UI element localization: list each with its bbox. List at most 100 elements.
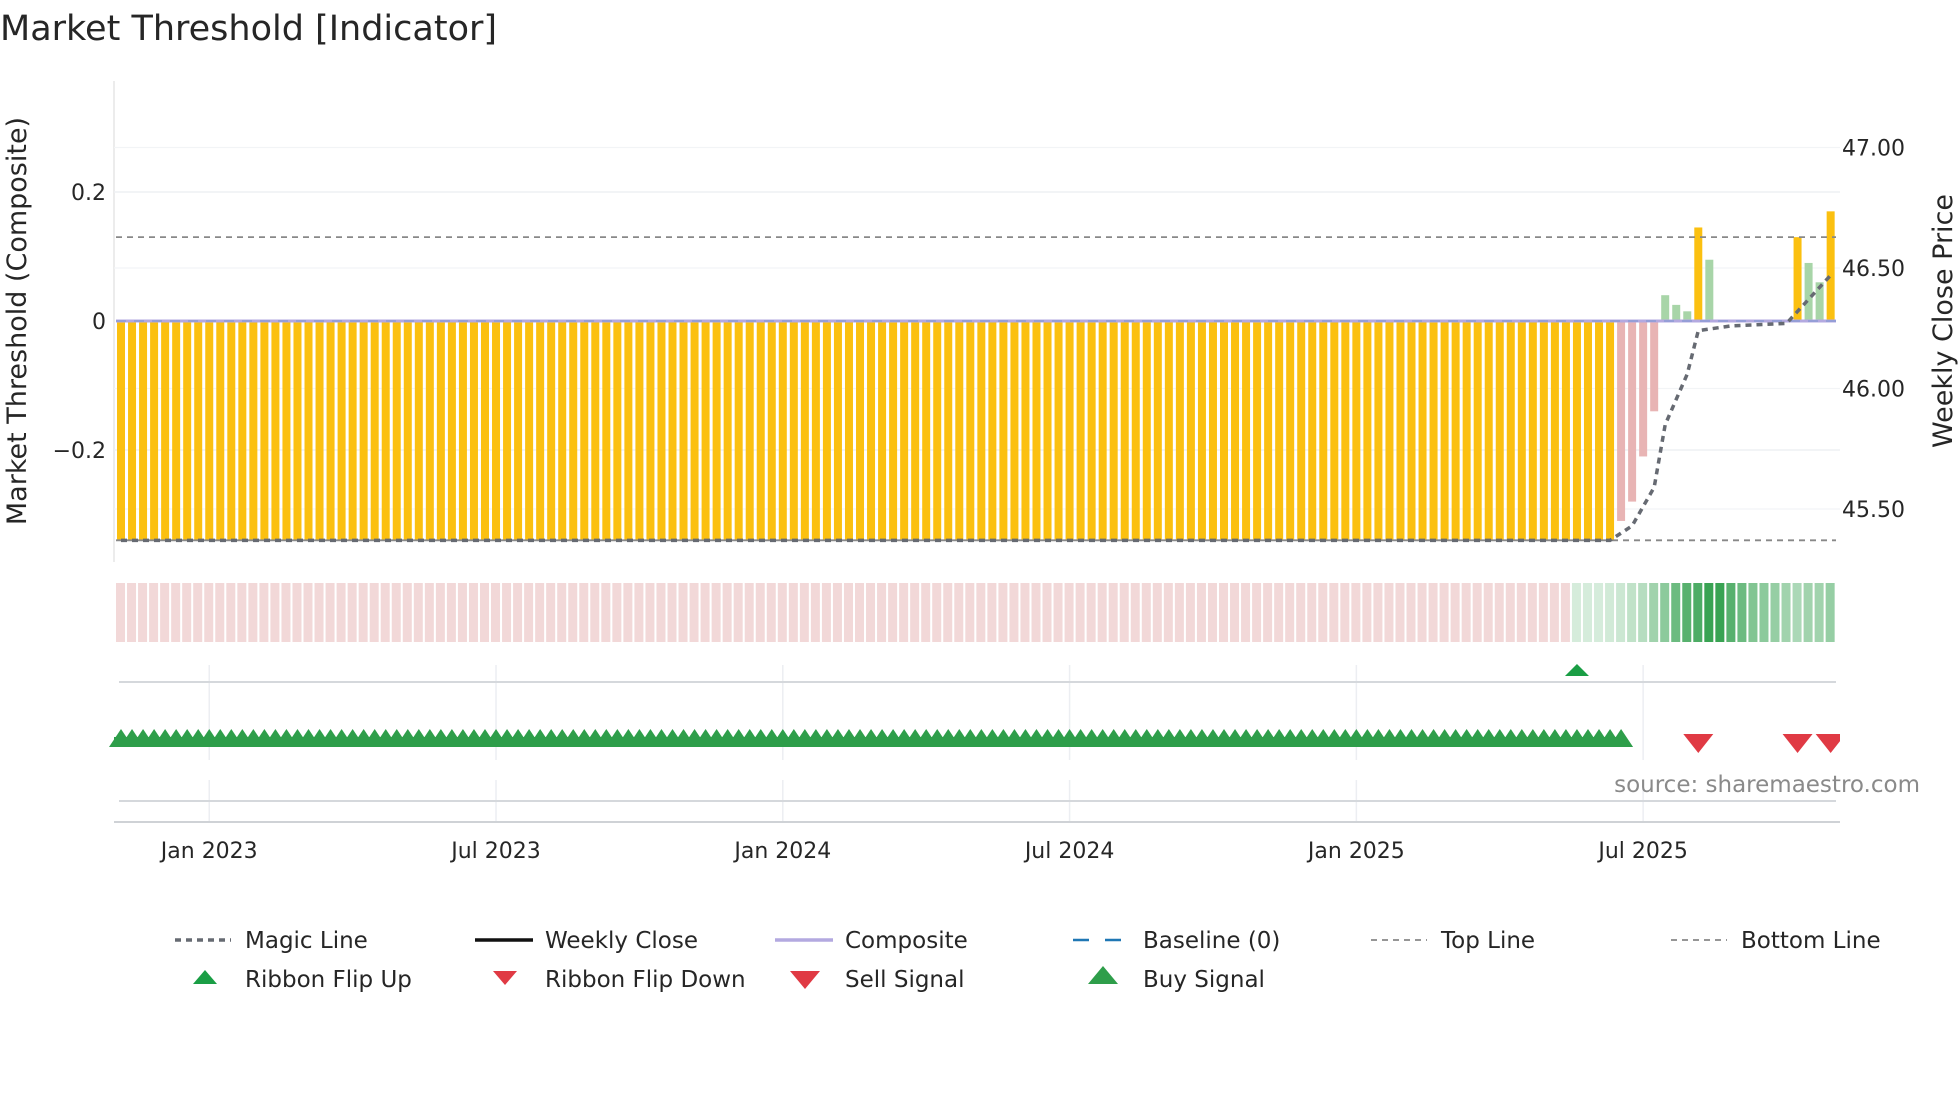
ribbon-cell [1241,583,1251,642]
composite-bar [547,321,556,541]
legend-label: Composite [845,928,968,954]
composite-bar [911,321,920,541]
legend-item: Sell Signal [790,967,965,993]
ribbon-cell [788,583,798,642]
ribbon-cell [226,583,236,642]
sell-signal-marker [1782,734,1813,753]
composite-bar [856,321,865,541]
composite-bar [1583,321,1592,541]
ribbon-cell [1671,583,1681,642]
composite-bar [359,321,368,541]
composite-bar [602,321,611,541]
ribbon-cell [1185,583,1195,642]
composite-bar [1462,321,1471,541]
ribbon-cell [1053,583,1063,642]
composite-bar [690,321,699,541]
composite-bar [304,321,313,541]
composite-bar [326,321,335,541]
composite-bar [1385,321,1394,541]
ribbon-cell [1152,583,1162,642]
ribbon-cell [1351,583,1361,642]
ribbon-cell [1230,583,1240,642]
ribbon-cell [457,583,467,642]
composite-bar [878,321,887,541]
composite-bar [679,321,688,541]
composite-bar [1606,321,1615,541]
ribbon-cell [127,583,137,642]
composite-bar [1065,321,1074,541]
composite-bar [767,321,776,541]
ribbon-cell [1605,583,1615,642]
legend-item: Ribbon Flip Up [193,967,412,993]
composite-bar [205,321,214,541]
composite-bar [1098,321,1107,541]
ribbon-cell [1174,583,1184,642]
composite-bar [1628,321,1637,502]
ribbon-panel [116,583,1835,642]
ribbon-cell [1560,583,1570,642]
ribbon-cell [1759,583,1769,642]
composite-bar [1451,321,1460,541]
ribbon-cell [954,583,964,642]
composite-bar [1032,321,1041,541]
ribbon-cell [502,583,512,642]
composite-bar [1076,321,1085,541]
composite-bar [1330,321,1339,541]
ribbon-cell [832,583,842,642]
ribbon-cell [1516,583,1526,642]
composite-bar [536,321,545,541]
composite-bar [867,321,876,541]
legend-label: Baseline (0) [1143,928,1280,954]
ribbon-cell [755,583,765,642]
ribbon-cell [1318,583,1328,642]
ribbon-cell [623,583,633,642]
sell-signal-marker [1683,734,1714,753]
ribbon-cell [700,583,710,642]
chart-title: Market Threshold [Indicator] [0,9,497,49]
ribbon-cell [1373,583,1383,642]
composite-bar [1418,321,1427,541]
composite-bar [480,321,489,541]
ribbon-cell [1274,583,1284,642]
composite-bar [922,321,931,541]
legend-label: Sell Signal [845,967,965,993]
composite-bar [216,321,225,541]
ribbon-cell [1627,583,1637,642]
composite-bar [745,321,754,541]
legend-item: Composite [775,928,968,954]
composite-bar [293,321,302,541]
x-tick-label: Jan 2024 [732,839,831,864]
ribbon-cell [259,583,269,642]
ribbon-cell [380,583,390,642]
ribbon-cell [424,583,434,642]
composite-bar [1396,321,1405,541]
composite-bar [1242,321,1251,541]
buy-signal-band [114,737,1622,747]
composite-bar [668,321,677,541]
composite-bar [161,321,170,541]
triangle-down-icon [790,971,820,989]
ribbon-cell [1285,583,1295,642]
ribbon-cell [325,583,335,642]
composite-bar [1826,211,1835,321]
composite-bar [1705,259,1714,321]
triangle-up-icon [1088,966,1118,984]
composite-bar [1440,321,1449,541]
composite-bar [525,321,534,541]
ribbon-cell [921,583,931,642]
composite-bar [800,321,809,541]
ribbon-cell [171,583,181,642]
composite-bar [1186,321,1195,541]
ribbon-cell [1704,583,1714,642]
ribbon-cell [1406,583,1416,642]
composite-bar [900,321,909,541]
ribbon-cell [1219,583,1228,642]
ribbon-cell [1086,583,1096,642]
composite-bar [1109,321,1118,541]
clip-mask [1840,720,1880,760]
ribbon-cell [435,583,445,642]
composite-bar [1793,237,1802,321]
composite-bar [789,321,798,541]
composite-bar [1153,321,1162,541]
composite-bar [712,321,721,541]
